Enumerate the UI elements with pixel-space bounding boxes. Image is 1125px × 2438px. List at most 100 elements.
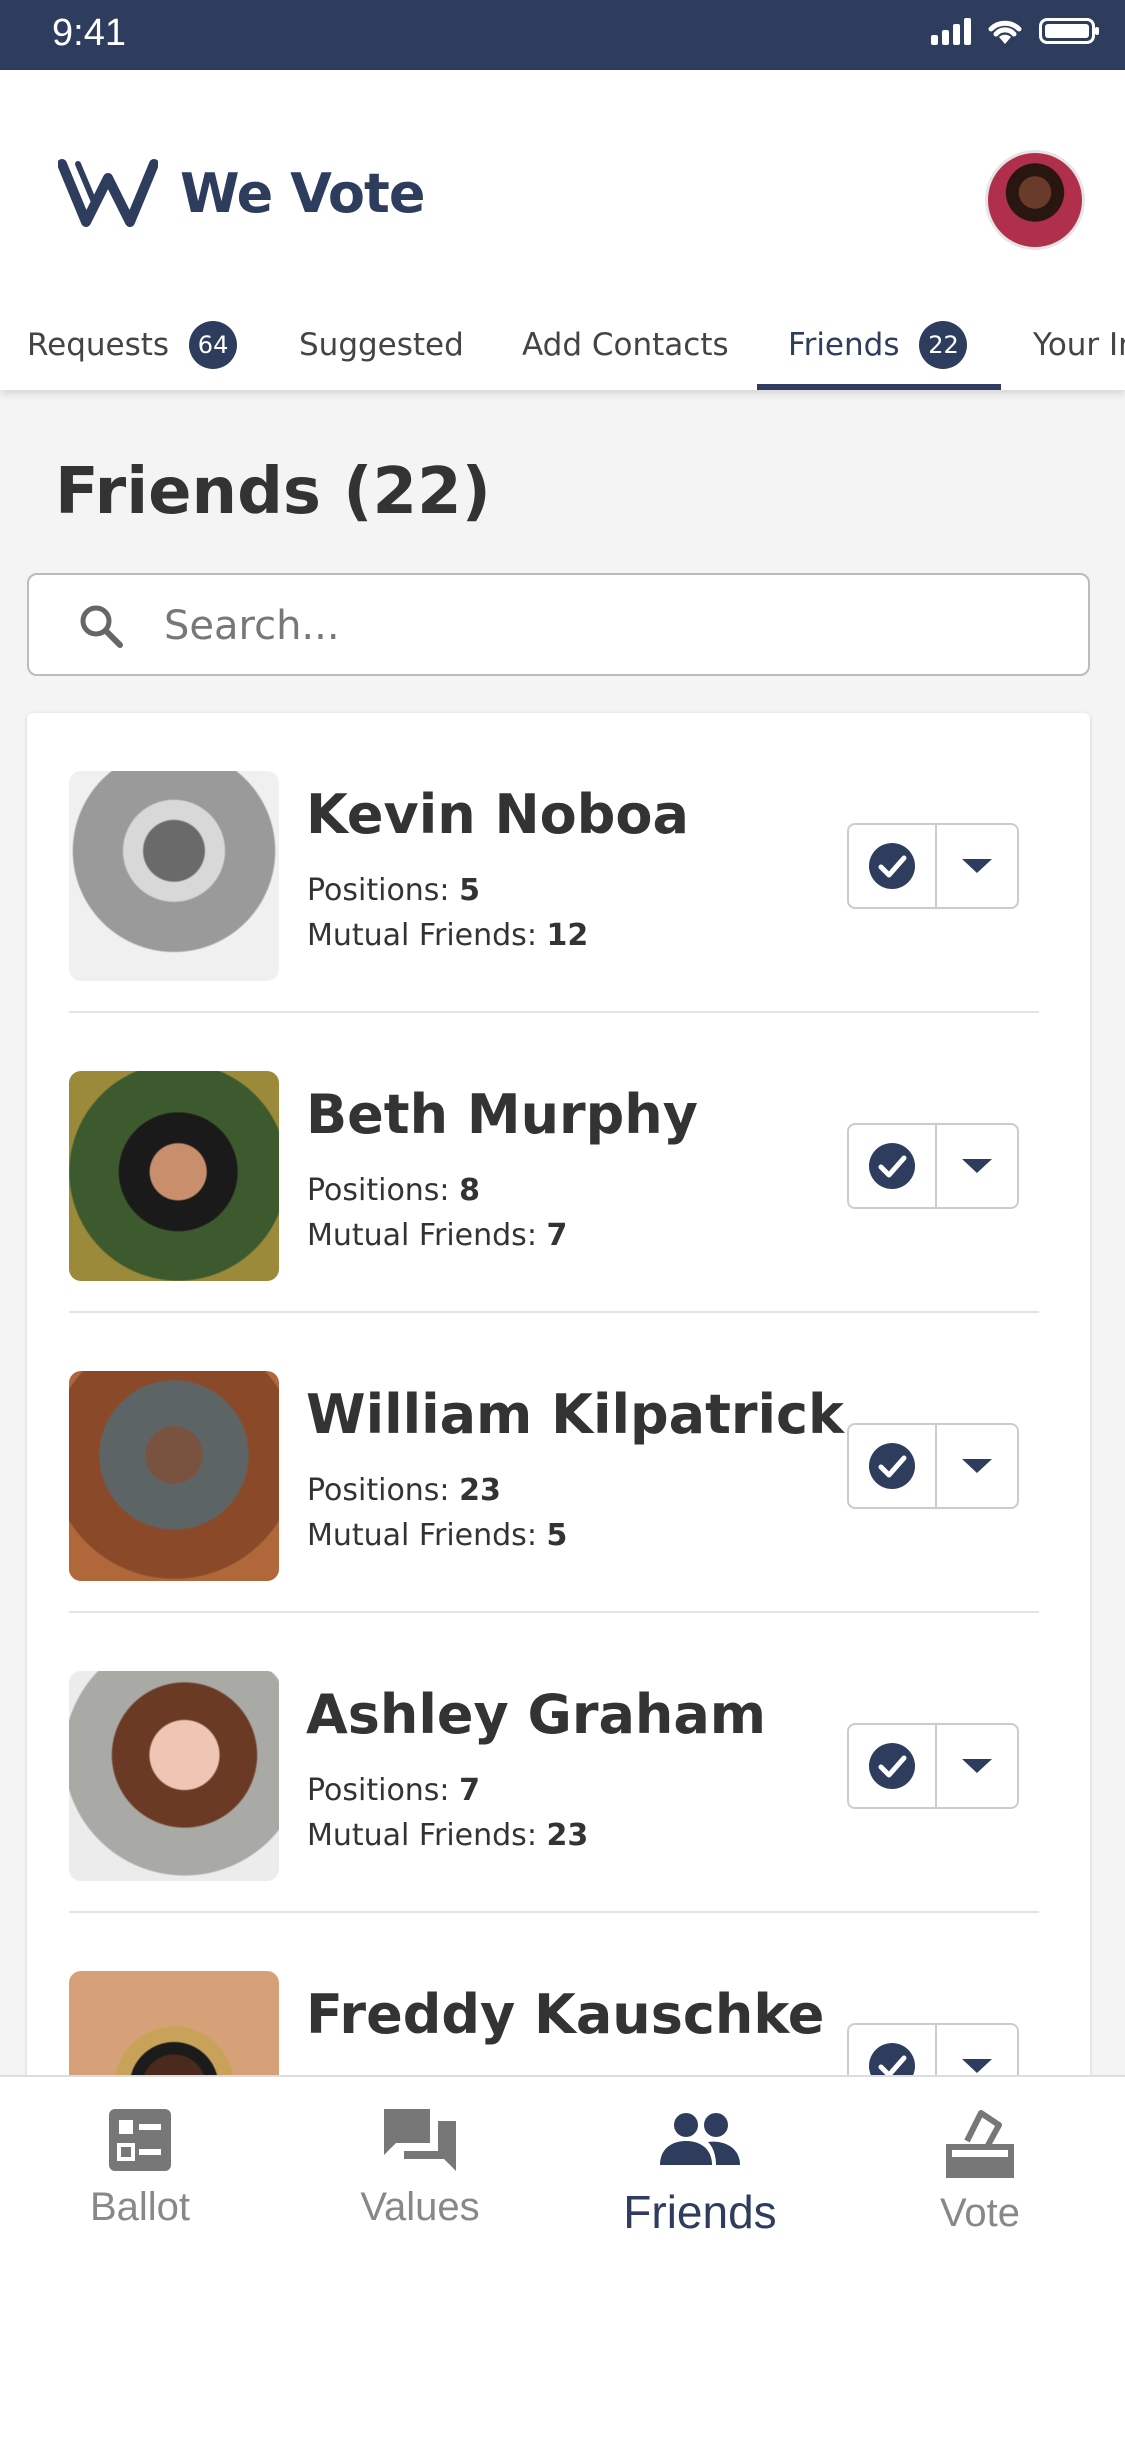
check-circle-icon [869, 1443, 915, 1489]
search-placeholder: Search... [164, 603, 340, 649]
friend-menu-button[interactable] [937, 825, 1017, 907]
friend-positions: Positions: 5 [307, 873, 480, 908]
friend-photo[interactable] [69, 1071, 279, 1281]
friend-name[interactable]: Freddy Kauschke [306, 1983, 824, 2046]
positions-count: 8 [459, 1173, 480, 1208]
friend-name[interactable]: Ashley Graham [306, 1683, 766, 1746]
caret-down-icon [962, 1759, 992, 1773]
ballot-icon [109, 2109, 171, 2171]
chat-bubbles-icon [384, 2109, 456, 2171]
mutual-friends-label: Mutual Friends: [307, 1818, 537, 1853]
friend-row[interactable]: Beth Murphy Positions: 8 Mutual Friends:… [69, 1013, 1039, 1313]
we-vote-logo-mark-icon [58, 159, 158, 227]
status-icons [931, 16, 1099, 46]
friend-actions [847, 1123, 1019, 1209]
nav-values[interactable]: Values [320, 2107, 520, 2230]
friend-positions: Positions: 7 [307, 1773, 480, 1808]
nav-friends-label: Friends [623, 2186, 777, 2238]
friends-count-badge: 22 [919, 321, 968, 369]
tab-friends-label: Friends [788, 327, 900, 363]
mutual-friends-label: Mutual Friends: [307, 1218, 537, 1253]
friend-photo[interactable] [69, 1371, 279, 1581]
check-circle-icon [869, 1743, 915, 1789]
positions-label: Positions: [307, 1473, 450, 1508]
friend-name[interactable]: William Kilpatrick [306, 1383, 844, 1446]
mutual-friends-count: 23 [546, 1818, 589, 1853]
cellular-signal-icon [931, 17, 971, 45]
friend-menu-button[interactable] [937, 1725, 1017, 1807]
friend-row[interactable]: William Kilpatrick Positions: 23 Mutual … [69, 1313, 1039, 1613]
page-title: Friends (22) [55, 455, 491, 529]
tab-suggested-label: Suggested [299, 327, 464, 363]
friend-mutual: Mutual Friends: 7 [307, 1218, 567, 1253]
friend-status-button[interactable] [849, 825, 937, 907]
caret-down-icon [962, 1159, 992, 1173]
tab-your-info[interactable]: Your In [1033, 300, 1125, 390]
requests-count-badge: 64 [189, 321, 238, 369]
positions-label: Positions: [307, 1773, 450, 1808]
friend-actions [847, 823, 1019, 909]
check-circle-icon [869, 1143, 915, 1189]
friend-actions [847, 1423, 1019, 1509]
tab-your-info-label: Your In [1033, 327, 1125, 363]
friend-positions: Positions: 23 [307, 1473, 501, 1508]
friend-menu-button[interactable] [937, 1125, 1017, 1207]
status-bar: 9:41 [0, 0, 1125, 70]
positions-label: Positions: [307, 1173, 450, 1208]
mutual-friends-count: 7 [546, 1218, 568, 1253]
friends-tabs: Requests 64 Suggested Add Contacts Frien… [0, 300, 1125, 390]
caret-down-icon [962, 2059, 992, 2073]
nav-ballot-label: Ballot [89, 2185, 191, 2229]
search-input[interactable]: Search... [27, 573, 1090, 676]
tab-requests[interactable]: Requests 64 [27, 300, 238, 390]
mutual-friends-count: 5 [546, 1518, 568, 1553]
friend-name[interactable]: Kevin Noboa [306, 783, 689, 846]
friend-name[interactable]: Beth Murphy [306, 1083, 698, 1146]
friend-photo[interactable] [69, 771, 279, 981]
friend-mutual: Mutual Friends: 23 [307, 1818, 588, 1853]
we-vote-logo[interactable]: We Vote [58, 158, 425, 228]
positions-count: 5 [459, 873, 480, 908]
positions-label: Positions: [307, 873, 450, 908]
nav-vote[interactable]: Vote [880, 2107, 1080, 2236]
nav-ballot[interactable]: Ballot [40, 2107, 240, 2230]
search-icon [80, 605, 123, 648]
caret-down-icon [962, 859, 992, 873]
nav-values-label: Values [360, 2185, 480, 2229]
friends-list: Kevin Noboa Positions: 5 Mutual Friends:… [27, 713, 1090, 2181]
friend-positions: Positions: 8 [307, 1173, 480, 1208]
bottom-navigation: Ballot Values Friends Vote [0, 2075, 1125, 2438]
tab-friends[interactable]: Friends 22 [788, 300, 968, 390]
user-avatar[interactable] [985, 150, 1085, 250]
friend-menu-button[interactable] [937, 1425, 1017, 1507]
friend-photo[interactable] [69, 1671, 279, 1881]
vote-box-icon [946, 2110, 1014, 2178]
nav-vote-label: Vote [939, 2191, 1021, 2235]
mutual-friends-count: 12 [546, 918, 589, 953]
tab-add-contacts[interactable]: Add Contacts [522, 300, 729, 390]
people-icon [660, 2113, 740, 2165]
mutual-friends-label: Mutual Friends: [307, 918, 537, 953]
positions-count: 7 [459, 1773, 480, 1808]
active-tab-indicator [757, 384, 1001, 390]
friend-actions [847, 1723, 1019, 1809]
friend-status-button[interactable] [849, 1425, 937, 1507]
app-name: We Vote [180, 161, 425, 225]
friend-status-button[interactable] [849, 1725, 937, 1807]
positions-count: 23 [459, 1473, 501, 1508]
app-header: We Vote Requests 64 Suggested Add Contac… [0, 70, 1125, 390]
wifi-icon [988, 20, 1022, 44]
friend-mutual: Mutual Friends: 12 [307, 918, 588, 953]
tab-suggested[interactable]: Suggested [299, 300, 464, 390]
friend-mutual: Mutual Friends: 5 [307, 1518, 567, 1553]
friend-status-button[interactable] [849, 1125, 937, 1207]
check-circle-icon [869, 843, 915, 889]
status-time: 9:41 [52, 12, 126, 54]
tab-add-contacts-label: Add Contacts [522, 327, 729, 363]
battery-icon [1039, 18, 1099, 44]
caret-down-icon [962, 1459, 992, 1473]
friend-row[interactable]: Ashley Graham Positions: 7 Mutual Friend… [69, 1613, 1039, 1913]
friend-row[interactable]: Kevin Noboa Positions: 5 Mutual Friends:… [69, 713, 1039, 1013]
tab-requests-label: Requests [27, 327, 170, 363]
nav-friends[interactable]: Friends [600, 2107, 800, 2239]
